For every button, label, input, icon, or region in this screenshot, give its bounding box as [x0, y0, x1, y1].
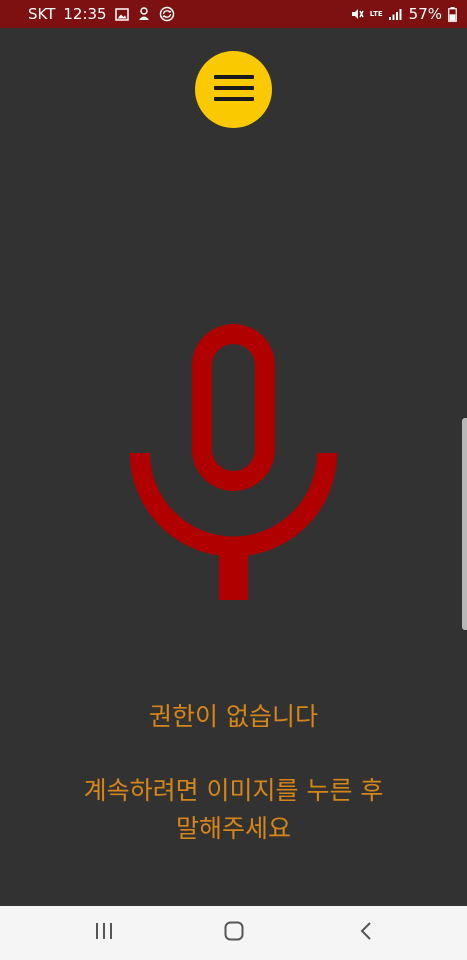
- sync-icon: [159, 6, 175, 22]
- recent-apps-button[interactable]: [59, 906, 149, 960]
- instruction-line-2: 말해주세요: [175, 814, 291, 843]
- back-button[interactable]: [321, 906, 411, 960]
- clock-time: 12:35: [63, 5, 107, 23]
- microphone-button[interactable]: [120, 315, 347, 605]
- battery-percent: 57%: [408, 5, 442, 23]
- home-button[interactable]: [189, 906, 279, 960]
- signal-icon: [388, 8, 403, 20]
- navigation-bar: [0, 906, 467, 960]
- status-right: LTE 57%: [350, 5, 457, 23]
- menu-button[interactable]: [195, 51, 272, 128]
- instruction-message: 계속하려면 이미지를 누른 후 말해주세요: [30, 772, 437, 848]
- recent-apps-icon: [95, 923, 113, 943]
- lte-icon: LTE: [369, 9, 383, 18]
- gallery-icon: [114, 7, 129, 21]
- app-notification-icon: [137, 6, 151, 22]
- mute-icon: [350, 7, 364, 21]
- battery-icon: [448, 6, 457, 22]
- status-bar: SKT 12:35 LTE 57%: [0, 0, 467, 28]
- microphone-icon: [120, 324, 347, 609]
- carrier-label: SKT: [28, 5, 56, 23]
- no-permission-message: 권한이 없습니다: [149, 702, 318, 731]
- instruction-line-1: 계속하려면 이미지를 누른 후: [83, 776, 384, 805]
- back-icon: [360, 922, 372, 944]
- home-icon: [224, 921, 244, 945]
- status-left: SKT 12:35: [28, 5, 175, 23]
- edge-panel-handle[interactable]: [462, 418, 467, 630]
- hamburger-menu-icon: [213, 73, 254, 107]
